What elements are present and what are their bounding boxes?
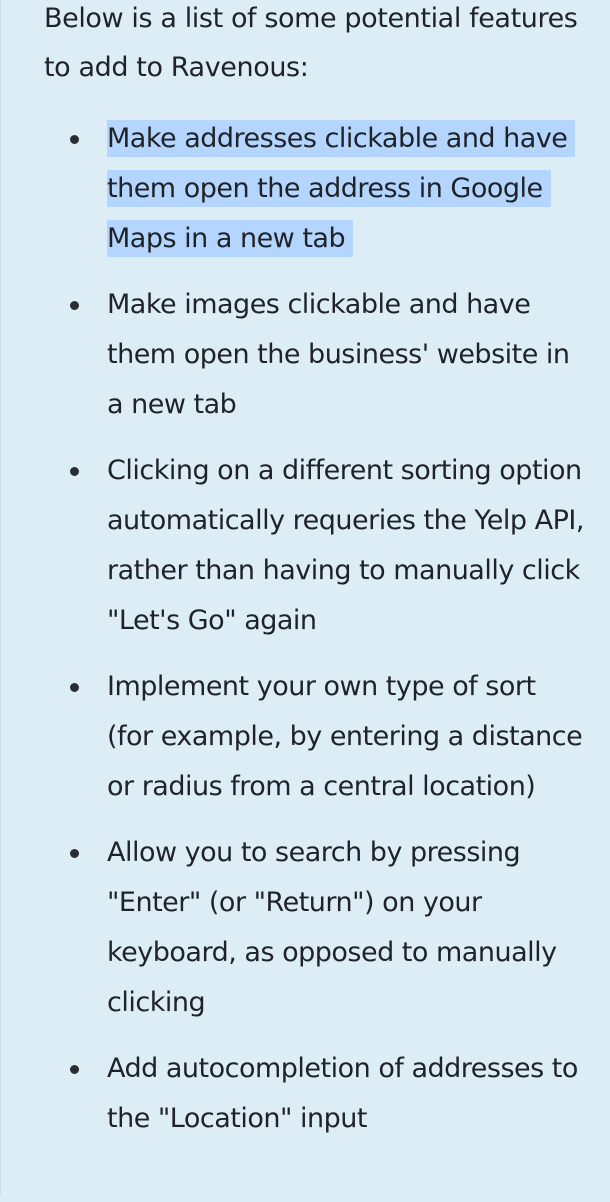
bullet-icon bbox=[70, 467, 79, 476]
list-item: Allow you to search by pressing "Enter" … bbox=[44, 828, 586, 1028]
list-item-text: Implement your own type of sort (for exa… bbox=[107, 671, 583, 802]
list-item-text: Clicking on a different sorting option a… bbox=[107, 455, 584, 636]
intro-text: Below is a list of some potential featur… bbox=[44, 3, 578, 83]
feature-list: Make addresses clickable and have them o… bbox=[44, 114, 586, 1144]
bullet-icon bbox=[70, 135, 79, 144]
list-item: Clicking on a different sorting option a… bbox=[44, 446, 586, 646]
list-item-text: Allow you to search by pressing "Enter" … bbox=[107, 837, 557, 1018]
list-item: Make addresses clickable and have them o… bbox=[44, 114, 586, 264]
bullet-icon bbox=[70, 683, 79, 692]
list-item: Make images clickable and have them open… bbox=[44, 280, 586, 430]
bullet-icon bbox=[70, 849, 79, 858]
content-panel: Below is a list of some potential featur… bbox=[0, 0, 610, 1196]
list-item: Implement your own type of sort (for exa… bbox=[44, 662, 586, 812]
bullet-icon bbox=[70, 1065, 79, 1074]
list-item-text: Make images clickable and have them open… bbox=[107, 289, 570, 420]
selected-text[interactable]: Make addresses clickable and have them o… bbox=[107, 120, 576, 257]
bullet-icon bbox=[70, 301, 79, 310]
list-item: Add autocompletion of addresses to the "… bbox=[44, 1044, 586, 1144]
list-item-text: Add autocompletion of addresses to the "… bbox=[107, 1053, 578, 1134]
